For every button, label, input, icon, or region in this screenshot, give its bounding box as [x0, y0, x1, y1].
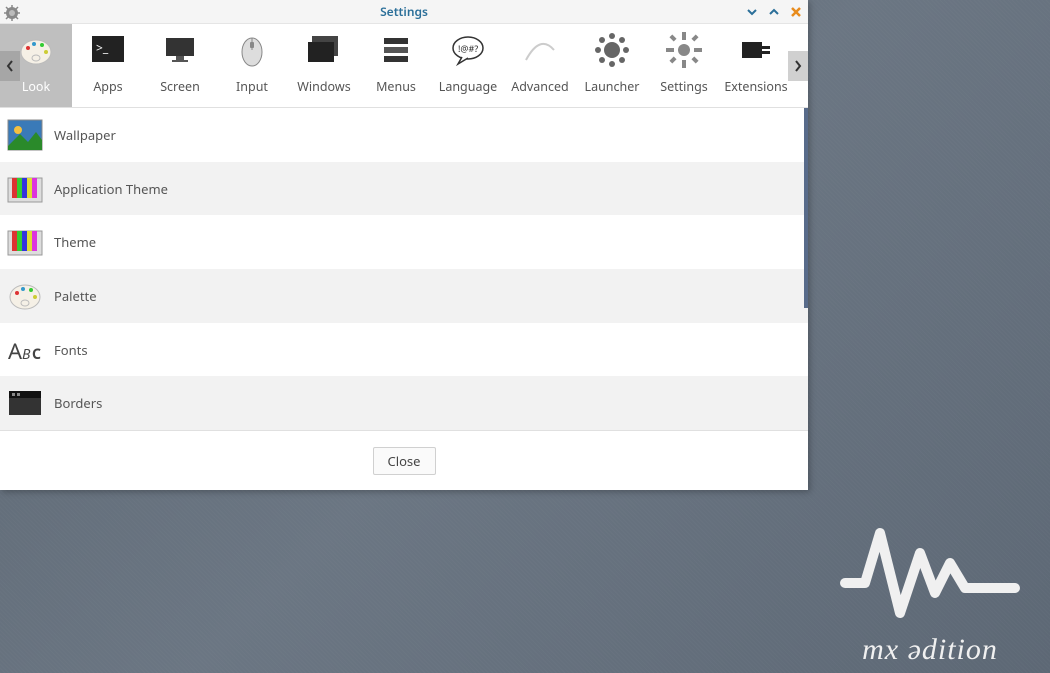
tab-launcher[interactable]: Launcher: [576, 24, 648, 107]
tab-label: Extensions: [724, 78, 787, 95]
settings-list: Wallpaper Application Theme Theme Palett…: [0, 108, 808, 430]
curve-icon: [520, 30, 560, 70]
row-label: Application Theme: [54, 180, 168, 198]
tab-label: Advanced: [511, 78, 569, 95]
scrollbar[interactable]: [804, 108, 808, 308]
svg-text:!@#?: !@#?: [458, 42, 478, 55]
window-title: Settings: [380, 3, 428, 20]
palette-icon: [6, 278, 44, 314]
tab-label: Settings: [660, 78, 708, 95]
tab-label: Menus: [376, 78, 416, 95]
row-fonts[interactable]: ABC Fonts: [0, 323, 808, 377]
tab-input[interactable]: Input: [216, 24, 288, 107]
tabbar-scroll-right[interactable]: [788, 51, 808, 81]
gear-icon: [664, 30, 704, 70]
wave-logo-icon: [835, 508, 1025, 628]
fonts-icon: ABC: [6, 332, 44, 368]
palette-icon: [16, 30, 56, 70]
svg-text:>_: >_: [96, 39, 109, 56]
terminal-icon: >_: [88, 30, 128, 70]
tab-label: Look: [22, 78, 50, 95]
tab-label: Input: [236, 78, 268, 95]
tab-windows[interactable]: Windows: [288, 24, 360, 107]
wallpaper-icon: [6, 117, 44, 153]
tab-apps[interactable]: >_ Apps: [72, 24, 144, 107]
tab-extensions[interactable]: Extensions: [720, 24, 792, 107]
mouse-icon: [232, 30, 272, 70]
windows-icon: [304, 30, 344, 70]
borders-icon: [6, 385, 44, 421]
plugin-icon: [736, 30, 776, 70]
row-application-theme[interactable]: Application Theme: [0, 162, 808, 216]
row-label: Borders: [54, 394, 102, 412]
row-label: Theme: [54, 233, 96, 251]
tab-label: Apps: [93, 78, 122, 95]
monitor-icon: [160, 30, 200, 70]
row-wallpaper[interactable]: Wallpaper: [0, 108, 808, 162]
theme-stripes-icon: [6, 224, 44, 260]
tab-settings[interactable]: Settings: [648, 24, 720, 107]
footer: Close: [0, 430, 808, 490]
row-theme[interactable]: Theme: [0, 215, 808, 269]
star-gear-icon: [592, 30, 632, 70]
tab-label: Language: [439, 78, 497, 95]
svg-text:B: B: [22, 345, 31, 364]
shade-down-button[interactable]: [744, 4, 760, 20]
svg-text:C: C: [32, 345, 41, 364]
branding-text: mx ədition: [820, 633, 1040, 667]
speech-bubble-icon: !@#?: [448, 30, 488, 70]
desktop-logo: mx ədition: [820, 508, 1040, 667]
tabbar: Look >_ Apps Screen Input Windows: [0, 24, 808, 108]
row-palette[interactable]: Palette: [0, 269, 808, 323]
tab-screen[interactable]: Screen: [144, 24, 216, 107]
tab-language[interactable]: !@#? Language: [432, 24, 504, 107]
row-borders[interactable]: Borders: [0, 376, 808, 430]
tab-menus[interactable]: Menus: [360, 24, 432, 107]
menu-icon: [376, 30, 416, 70]
app-icon: [4, 4, 20, 20]
tab-advanced[interactable]: Advanced: [504, 24, 576, 107]
tabbar-scroll-left[interactable]: [0, 51, 20, 81]
titlebar: Settings: [0, 0, 808, 24]
settings-window: Settings Look >_: [0, 0, 808, 490]
row-label: Wallpaper: [54, 126, 116, 144]
close-button[interactable]: Close: [373, 447, 436, 475]
row-label: Fonts: [54, 341, 88, 359]
svg-text:A: A: [8, 336, 23, 366]
tab-label: Screen: [160, 78, 200, 95]
shade-up-button[interactable]: [766, 4, 782, 20]
row-label: Palette: [54, 287, 97, 305]
theme-stripes-icon: [6, 171, 44, 207]
tab-label: Windows: [297, 78, 350, 95]
close-window-button[interactable]: [788, 4, 804, 20]
tab-label: Launcher: [585, 78, 640, 95]
